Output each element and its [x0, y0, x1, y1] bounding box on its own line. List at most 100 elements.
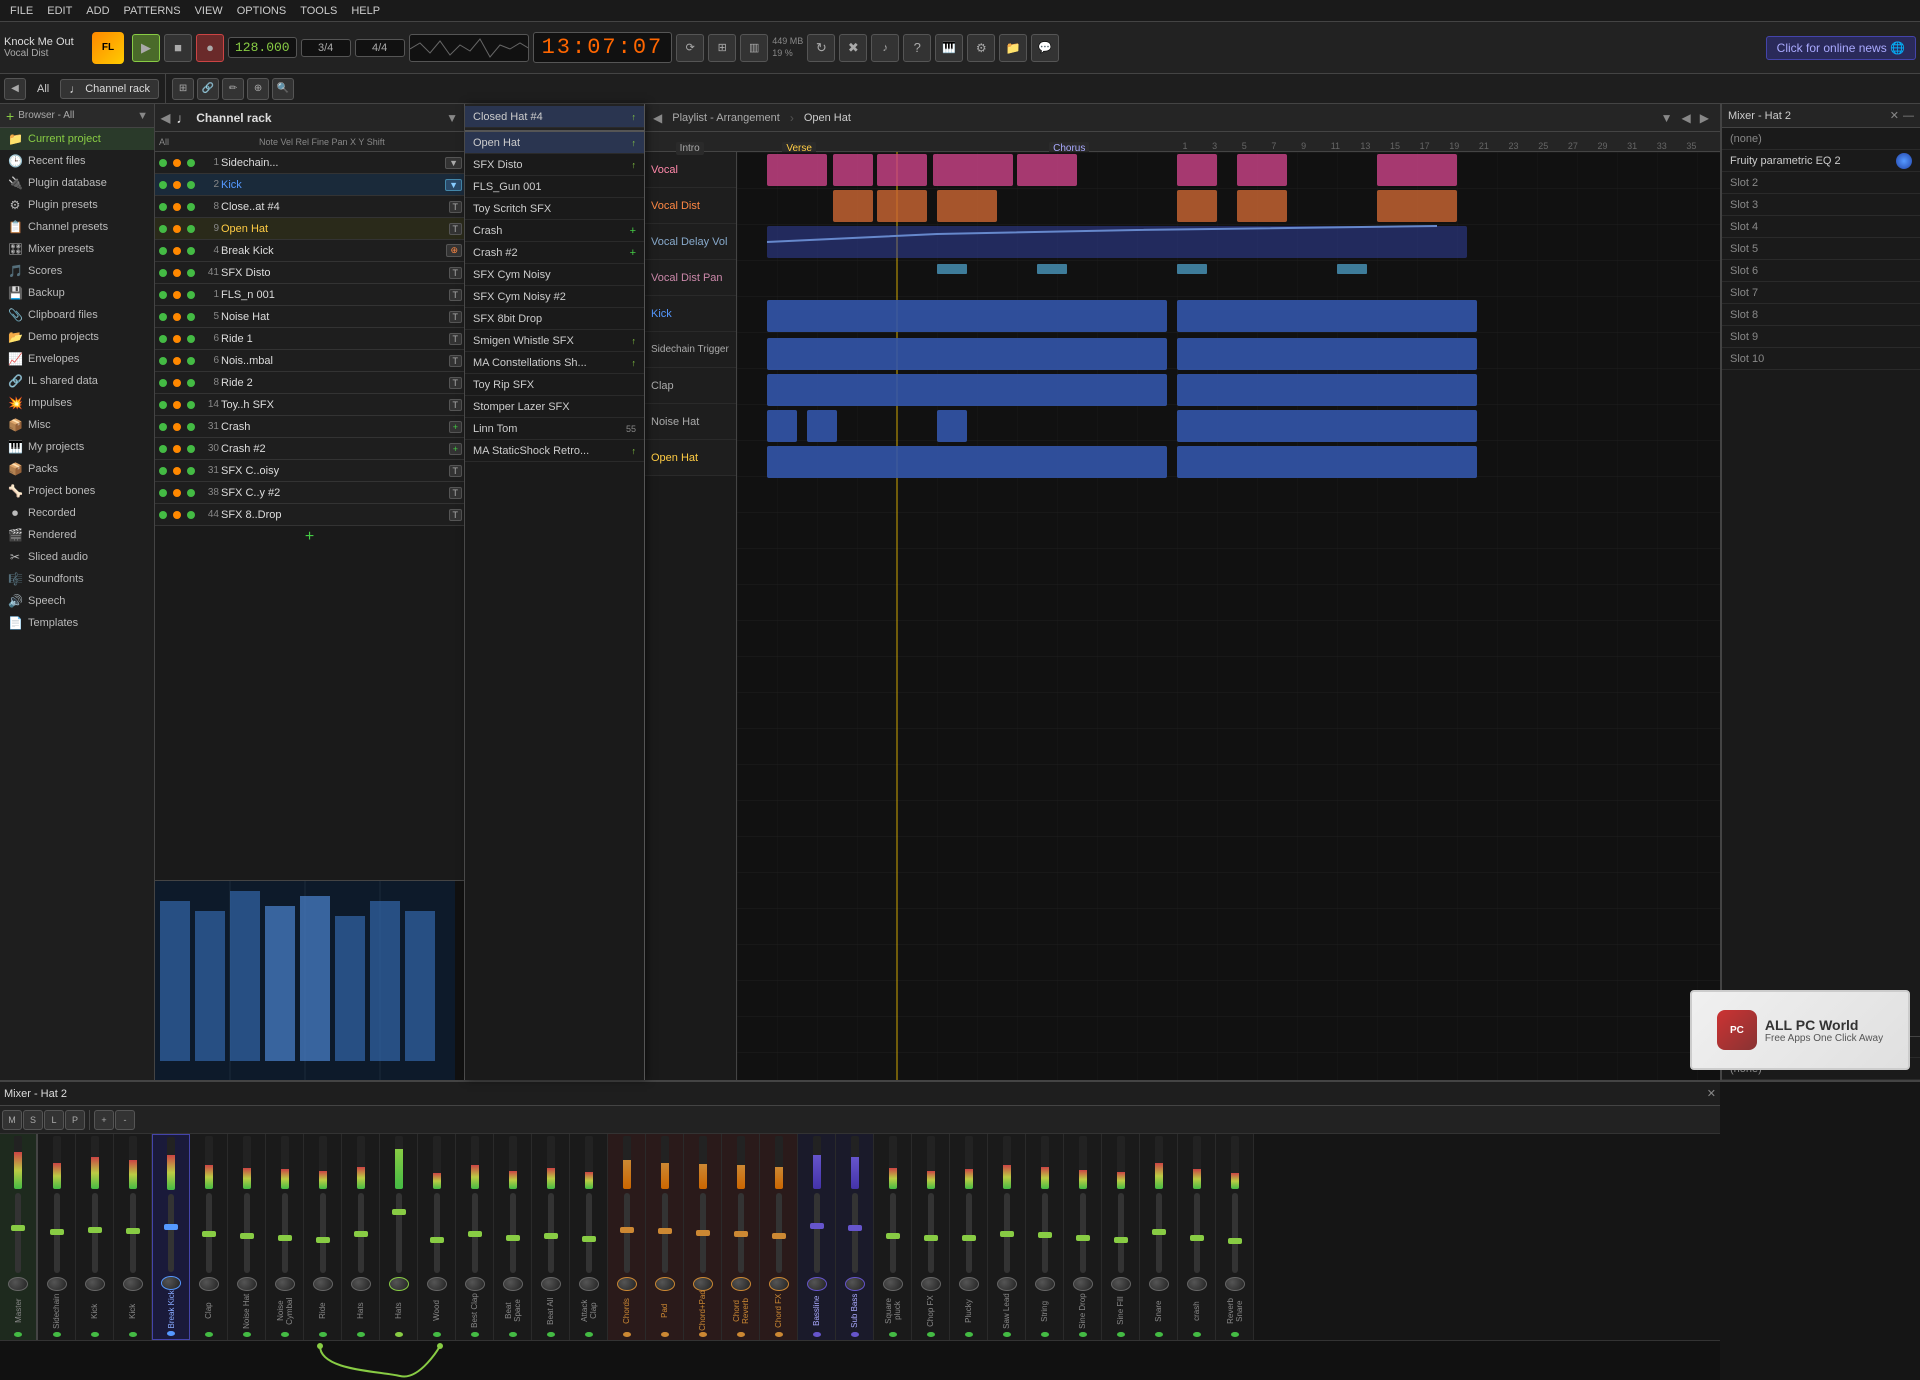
mixer-channel-wood[interactable]: Wood [418, 1134, 456, 1340]
knob-clap[interactable] [199, 1277, 219, 1291]
channel-kick-control[interactable]: ▼ [445, 179, 462, 191]
stop-button[interactable]: ■ [164, 34, 192, 62]
mixer-channel-chordreverb[interactable]: Chord Reverb [722, 1134, 760, 1340]
channel-5-btn[interactable]: ⊕ [446, 244, 462, 257]
knob-kick[interactable] [85, 1277, 105, 1291]
channel-6-t[interactable]: T [449, 267, 463, 279]
fader-hats2[interactable] [396, 1193, 402, 1273]
channel-4-t[interactable]: T [449, 223, 463, 235]
channel-row-fls[interactable]: 1 FLS_n 001 T [155, 284, 464, 306]
menu-patterns[interactable]: PATTERNS [118, 3, 187, 19]
knob-sidechain[interactable] [47, 1277, 67, 1291]
channel-rack-nav-right[interactable]: ▼ [446, 111, 458, 125]
channel-8-t[interactable]: T [449, 311, 463, 323]
mixer-channel-chopfx[interactable]: Chop FX [912, 1134, 950, 1340]
instrument-sfx-disto[interactable]: SFX Disto ↑ [465, 154, 644, 176]
sidebar-item-il-shared[interactable]: 🔗 IL shared data [0, 370, 154, 392]
mute-button[interactable]: ✖ [839, 34, 867, 62]
effect-slot-4[interactable]: Slot 4 [1722, 216, 1920, 238]
channel-rack-title-btn[interactable]: ♩ Channel rack [60, 79, 159, 99]
mixer-channel-chordfx[interactable]: Chord FX [760, 1134, 798, 1340]
sidebar-item-demo-projects[interactable]: 📂 Demo projects [0, 326, 154, 348]
instrument-toy-scritch[interactable]: Toy Scritch SFX [465, 198, 644, 220]
fader-noisehat[interactable] [244, 1193, 250, 1273]
question-button[interactable]: ? [903, 34, 931, 62]
menu-help[interactable]: HELP [345, 3, 386, 19]
zoom-in-btn[interactable]: 🔍 [272, 78, 294, 100]
mixer-channel-hats[interactable]: Hats [342, 1134, 380, 1340]
sidebar-item-clipboard[interactable]: 📎 Clipboard files [0, 304, 154, 326]
effect-slot-10[interactable]: Slot 10 [1722, 348, 1920, 370]
mixer-channel-bestclap[interactable]: Best Clap [456, 1134, 494, 1340]
mixer-channel-squarepluck[interactable]: Square pluck [874, 1134, 912, 1340]
instrument-smigen[interactable]: Smigen Whistle SFX ↑ [465, 330, 644, 352]
sidebar-item-plugin-presets[interactable]: ⚙ Plugin presets [0, 194, 154, 216]
channel-15-t[interactable]: T [449, 465, 463, 477]
sidebar-item-plugin-database[interactable]: 🔌 Plugin database [0, 172, 154, 194]
sidebar-item-channel-presets[interactable]: 📋 Channel presets [0, 216, 154, 238]
menu-view[interactable]: VIEW [189, 3, 229, 19]
instrument-open-hat[interactable]: Open Hat ↑ [465, 132, 644, 154]
effect-slot-9[interactable]: Slot 9 [1722, 326, 1920, 348]
mixer-channel-noisecymbal[interactable]: Noise Cymbal [266, 1134, 304, 1340]
track-label-clap[interactable]: Clap [645, 368, 736, 404]
channel-row-toyh[interactable]: 14 Toy..h SFX T [155, 394, 464, 416]
menu-tools[interactable]: TOOLS [294, 3, 343, 19]
channel-11-t[interactable]: T [449, 377, 463, 389]
channel-row-crash[interactable]: 31 Crash + [155, 416, 464, 438]
playlist-nav-btn[interactable]: ◀ [653, 111, 662, 125]
settings-button[interactable]: ⚙ [967, 34, 995, 62]
record-button[interactable]: ● [196, 34, 224, 62]
channel-rack-button[interactable]: ♪ [871, 34, 899, 62]
instrument-sfx-cym-noisy[interactable]: SFX Cym Noisy [465, 264, 644, 286]
mix-ctrl-side[interactable]: S [23, 1110, 43, 1130]
sidebar-item-recorded[interactable]: ⏺ Recorded [0, 502, 154, 524]
sidebar-item-templates[interactable]: 📄 Templates [0, 612, 154, 634]
mixer-channel-crash[interactable]: crash [1178, 1134, 1216, 1340]
knob-hats2[interactable] [389, 1277, 409, 1291]
knob-bestclap[interactable] [465, 1277, 485, 1291]
fader-breakkick[interactable] [168, 1194, 174, 1273]
piano-button[interactable]: 🎹 [935, 34, 963, 62]
sidebar-item-speech[interactable]: 🔊 Speech [0, 590, 154, 612]
bpm-display[interactable]: 128.000 [228, 37, 297, 58]
mixer-channel-bassline[interactable]: Bassline [798, 1134, 836, 1340]
mixer-channel-kick2[interactable]: Kick [114, 1134, 152, 1340]
nav-back[interactable]: ◀ [4, 78, 26, 100]
sidebar-item-project-bones[interactable]: 🦴 Project bones [0, 480, 154, 502]
channel-row-sfxdisto[interactable]: 41 SFX Disto T [155, 262, 464, 284]
track-label-vocal-dist[interactable]: Vocal Dist [645, 188, 736, 224]
mixer-channel-attackclap[interactable]: Attack Clap [570, 1134, 608, 1340]
instrument-stomper[interactable]: Stomper Lazer SFX [465, 396, 644, 418]
knob-noisehat[interactable] [237, 1277, 257, 1291]
sidebar-item-my-projects[interactable]: 🎹 My projects [0, 436, 154, 458]
sidebar-item-backup[interactable]: 💾 Backup [0, 282, 154, 304]
select-btn[interactable]: ⊕ [247, 78, 269, 100]
channel-row-sfxcy2[interactable]: 38 SFX C..y #2 T [155, 482, 464, 504]
chat-button[interactable]: 💬 [1031, 34, 1059, 62]
track-label-kick[interactable]: Kick [645, 296, 736, 332]
channel-13-plus[interactable]: + [449, 421, 462, 433]
mixer-channel-chords[interactable]: Chords [608, 1134, 646, 1340]
track-label-vocal[interactable]: Vocal [645, 152, 736, 188]
right-panel-minimize[interactable]: — [1903, 110, 1914, 122]
mixer-channel-chordpad[interactable]: Chord+Pad [684, 1134, 722, 1340]
channel-row-closehat[interactable]: 8 Close..at #4 T [155, 196, 464, 218]
arrangement-grid[interactable] [737, 152, 1720, 1080]
mixer-channel-breakkick[interactable]: Break Kick [152, 1134, 190, 1340]
instrument-fls-gun[interactable]: FLS_Gun 001 [465, 176, 644, 198]
mix-zoom-in[interactable]: + [94, 1110, 114, 1130]
mixer-channel-hats2[interactable]: Hats [380, 1134, 418, 1340]
mixer-channel-sinefill[interactable]: Sine Fill [1102, 1134, 1140, 1340]
sidebar-item-rendered[interactable]: 🎬 Rendered [0, 524, 154, 546]
channel-row-kick[interactable]: 2 Kick ▼ [155, 174, 464, 196]
channel-row-noisehat[interactable]: 5 Noise Hat T [155, 306, 464, 328]
menu-edit[interactable]: EDIT [41, 3, 78, 19]
fader-clap[interactable] [206, 1193, 212, 1273]
fader-kick[interactable] [92, 1193, 98, 1273]
sidebar-item-recent-files[interactable]: 🕒 Recent files [0, 150, 154, 172]
fl-logo[interactable]: FL [92, 32, 124, 64]
mixer-button[interactable]: ▥ [740, 34, 768, 62]
mixer-channel-plucky[interactable]: Plucky [950, 1134, 988, 1340]
mix-ctrl-master[interactable]: M [2, 1110, 22, 1130]
